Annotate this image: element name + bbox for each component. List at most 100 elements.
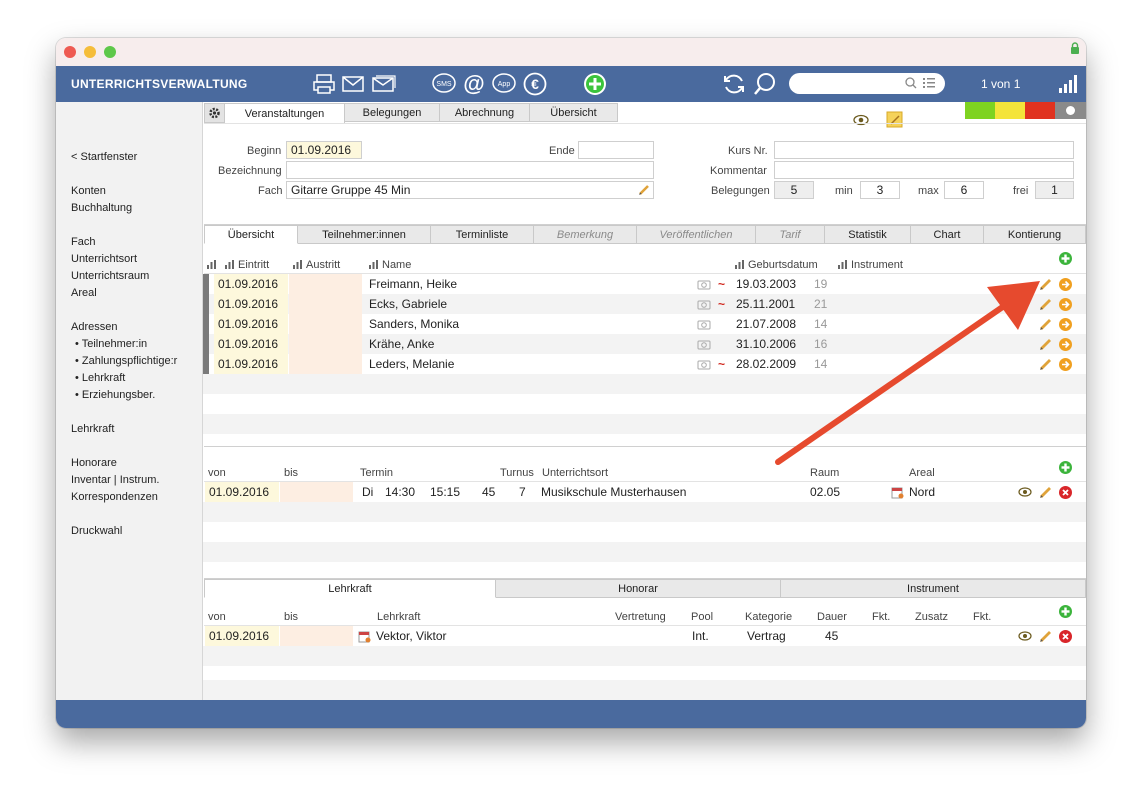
close-window-button[interactable] <box>64 46 76 58</box>
tab-veranstaltungen[interactable]: Veranstaltungen <box>225 103 345 124</box>
open-arrow-icon[interactable] <box>1059 318 1072 331</box>
austritt-cell[interactable] <box>289 274 362 294</box>
delete-icon[interactable] <box>1059 486 1072 499</box>
camera-icon[interactable] <box>697 299 711 310</box>
search-icon[interactable] <box>752 72 778 96</box>
sidebar-item-inventar[interactable]: Inventar | Instrum. <box>71 474 159 486</box>
mail-icon[interactable] <box>341 72 365 96</box>
app-icon[interactable]: App <box>491 72 517 96</box>
camera-icon[interactable] <box>697 319 711 330</box>
tab-abrechnung[interactable]: Abrechnung <box>440 103 530 122</box>
status-yellow[interactable] <box>995 102 1025 119</box>
kurs-field[interactable] <box>774 141 1074 159</box>
view-eye-icon[interactable] <box>1018 487 1032 497</box>
kommentar-field[interactable] <box>774 161 1074 179</box>
sidebar-item-areal[interactable]: Areal <box>71 287 97 299</box>
austritt-cell[interactable] <box>289 334 362 354</box>
tab-statistik[interactable]: Statistik <box>825 225 911 244</box>
open-arrow-icon[interactable] <box>1059 298 1072 311</box>
edit-pencil-icon[interactable] <box>1039 485 1053 499</box>
tab-terminliste[interactable]: Terminliste <box>431 225 534 244</box>
sidebar-item-adressen[interactable]: Adressen <box>71 321 117 333</box>
status-toggle[interactable] <box>1055 102 1086 119</box>
sidebar-item-honorare[interactable]: Honorare <box>71 457 117 469</box>
zoom-window-button[interactable] <box>104 46 116 58</box>
austritt-cell[interactable] <box>289 314 362 334</box>
calendar-icon[interactable] <box>891 486 904 499</box>
tab-veroeffentlichen[interactable]: Veröffentlichen <box>637 225 756 244</box>
sidebar-item-lehrkraft[interactable]: Lehrkraft <box>71 423 114 435</box>
fach-field[interactable]: Gitarre Gruppe 45 Min <box>286 181 654 199</box>
sidebar-item-konten[interactable]: Konten <box>71 185 106 197</box>
add-participant-icon[interactable] <box>1059 252 1072 265</box>
bezeichnung-field[interactable] <box>286 161 654 179</box>
search-input[interactable] <box>789 73 945 94</box>
sidebar-item-startfenster[interactable]: < Startfenster <box>71 151 137 163</box>
tab-belegungen[interactable]: Belegungen <box>345 103 440 122</box>
bis-cell[interactable] <box>280 482 353 502</box>
view-eye-icon[interactable] <box>1018 631 1032 641</box>
eye-icon[interactable] <box>853 114 869 126</box>
austritt-cell[interactable] <box>289 294 362 314</box>
sidebar-item-korrespondenzen[interactable]: Korrespondenzen <box>71 491 158 503</box>
tab-lehrkraft[interactable]: Lehrkraft <box>204 579 496 598</box>
teacher-von-cell[interactable]: 01.09.2016 <box>205 626 279 646</box>
at-icon[interactable]: @ <box>461 71 487 96</box>
add-icon[interactable] <box>582 72 608 96</box>
tab-honorar[interactable]: Honorar <box>496 579 781 598</box>
euro-icon[interactable]: € <box>522 72 548 96</box>
tab-chart[interactable]: Chart <box>911 225 984 244</box>
teacher-bis-cell[interactable] <box>280 626 353 646</box>
sort-icon[interactable] <box>207 259 220 271</box>
col-eintritt[interactable]: Eintritt <box>225 259 269 271</box>
camera-icon[interactable] <box>697 339 711 350</box>
col-name[interactable]: Name <box>369 259 411 271</box>
edit-pencil-icon[interactable] <box>1039 629 1053 643</box>
eintritt-cell[interactable]: 01.09.2016 <box>214 354 288 374</box>
camera-icon[interactable] <box>697 359 711 370</box>
sidebar-item-unterrichtsraum[interactable]: Unterrichtsraum <box>71 270 149 282</box>
delete-icon[interactable] <box>1059 630 1072 643</box>
sidebar-item-zahlungspflichtige[interactable]: • Zahlungspflichtige:r <box>75 355 177 367</box>
list-icon[interactable] <box>923 78 935 88</box>
eintritt-cell[interactable]: 01.09.2016 <box>214 274 288 294</box>
tab-teilnehmer[interactable]: Teilnehmer:innen <box>298 225 431 244</box>
mail-multi-icon[interactable] <box>371 72 397 96</box>
col-austritt[interactable]: Austritt <box>293 259 340 271</box>
add-schedule-icon[interactable] <box>1059 461 1072 474</box>
settings-gear-icon[interactable] <box>204 103 225 123</box>
von-cell[interactable]: 01.09.2016 <box>205 482 279 502</box>
tab-uebersicht[interactable]: Übersicht <box>530 103 618 122</box>
max-field[interactable]: 6 <box>944 181 984 199</box>
sidebar-item-erziehungsber[interactable]: • Erziehungsber. <box>75 389 155 401</box>
calendar-icon[interactable] <box>358 630 371 643</box>
schedule-row[interactable]: 01.09.2016 Di 14:30 15:15 45 7 Musikschu… <box>203 482 1086 502</box>
add-teacher-icon[interactable] <box>1059 605 1072 618</box>
eintritt-cell[interactable]: 01.09.2016 <box>214 294 288 314</box>
sidebar-item-teilnehmer[interactable]: • Teilnehmer:in <box>75 338 147 350</box>
austritt-cell[interactable] <box>289 354 362 374</box>
refresh-icon[interactable] <box>721 72 747 96</box>
tab-instrument[interactable]: Instrument <box>781 579 1086 598</box>
sms-icon[interactable]: SMS <box>431 72 457 96</box>
sidebar-item-unterrichtsort[interactable]: Unterrichtsort <box>71 253 137 265</box>
open-arrow-icon[interactable] <box>1059 278 1072 291</box>
tab-kontierung[interactable]: Kontierung <box>984 225 1086 244</box>
sidebar-item-druckwahl[interactable]: Druckwahl <box>71 525 122 537</box>
sidebar-item-lehrkraft-adresse[interactable]: • Lehrkraft <box>75 372 125 384</box>
beginn-field[interactable]: 01.09.2016 <box>286 141 362 159</box>
eintritt-cell[interactable]: 01.09.2016 <box>214 334 288 354</box>
sidebar-item-buchhaltung[interactable]: Buchhaltung <box>71 202 132 214</box>
open-arrow-icon[interactable] <box>1059 338 1072 351</box>
printer-icon[interactable] <box>312 72 336 96</box>
eintritt-cell[interactable]: 01.09.2016 <box>214 314 288 334</box>
teacher-row[interactable]: 01.09.2016 Vektor, Viktor Int. Vertrag 4… <box>203 626 1086 646</box>
tab-tarif[interactable]: Tarif <box>756 225 825 244</box>
ende-field[interactable] <box>578 141 654 159</box>
pencil-icon[interactable] <box>638 183 651 196</box>
status-green[interactable] <box>965 102 995 119</box>
tab-sub-uebersicht[interactable]: Übersicht <box>204 225 298 244</box>
camera-icon[interactable] <box>697 279 711 290</box>
tab-bemerkung[interactable]: Bemerkung <box>534 225 637 244</box>
sidebar-item-fach[interactable]: Fach <box>71 236 95 248</box>
